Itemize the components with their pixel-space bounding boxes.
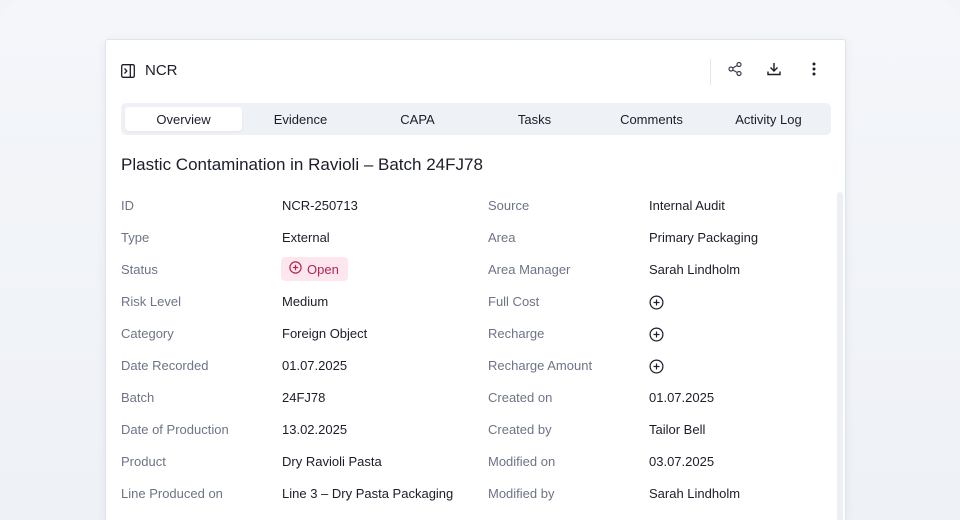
tab-evidence[interactable]: Evidence [242,107,359,131]
tab-tasks[interactable]: Tasks [476,107,593,131]
field-value-date-of-production: 13.02.2025 [282,422,348,437]
field-label-created-on: Created on [488,390,553,405]
field-value-type: External [282,230,330,245]
panel-toggle-icon[interactable] [121,64,135,78]
field-value-modified-by: Sarah Lindholm [649,486,741,501]
field-label-type: Type [121,230,150,245]
field-label-product: Product [121,454,166,469]
download-button[interactable] [763,60,785,82]
field-label-area-manager: Area Manager [488,262,571,277]
header-divider [710,59,711,85]
field-value-area: Primary Packaging [649,230,759,245]
panel-title: NCR [145,62,178,79]
field-value-created-on: 01.07.2025 [649,390,715,405]
field-value-created-by: Tailor Bell [649,422,706,437]
field-value-risk-level: Medium [282,294,329,309]
field-value-date-recorded: 01.07.2025 [282,358,348,373]
field-label-batch: Batch [121,390,155,405]
field-label-modified-on: Modified on [488,454,556,469]
field-label-id: ID [121,198,134,213]
plus-circle-icon [289,261,302,277]
field-value-source: Internal Audit [649,198,725,213]
more-options-button[interactable] [803,60,825,82]
field-label-category: Category [121,326,174,341]
field-value-batch: 24FJ78 [282,390,326,405]
field-label-area: Area [488,230,516,245]
record-title: Plastic Contamination in Ravioli – Batch… [121,155,483,174]
field-value-area-manager: Sarah Lindholm [649,262,741,277]
tab-capa[interactable]: CAPA [359,107,476,131]
field-label-modified-by: Modified by [488,486,555,501]
field-label-line-produced-on: Line Produced on [121,486,223,501]
field-value-line-produced-on: Line 3 – Dry Pasta Packaging [282,486,454,501]
status-badge[interactable]: Open [281,257,348,281]
scrollbar[interactable] [837,192,843,520]
tab-bar: Overview Evidence CAPA Tasks Comments Ac… [121,103,831,135]
add-recharge-button[interactable] [649,327,664,342]
ncr-detail-panel: NCR Overview Evidence CAPA Tasks Comment… [105,39,846,520]
field-value-product: Dry Ravioli Pasta [282,454,382,469]
field-label-created-by: Created by [488,422,552,437]
more-vertical-icon [812,62,816,81]
field-label-recharge: Recharge [488,326,545,341]
plus-circle-icon [649,327,664,342]
download-icon [766,61,782,82]
field-label-date-recorded: Date Recorded [121,358,209,373]
add-recharge-amount-button[interactable] [649,359,664,374]
field-value-category: Foreign Object [282,326,368,341]
tab-overview[interactable]: Overview [125,107,242,131]
tab-activity-log[interactable]: Activity Log [710,107,827,131]
field-label-status: Status [121,262,158,277]
status-badge-label: Open [307,261,339,277]
plus-circle-icon [649,295,664,310]
plus-circle-icon [649,359,664,374]
field-label-full-cost: Full Cost [488,294,540,309]
add-full-cost-button[interactable] [649,295,664,310]
field-label-risk-level: Risk Level [121,294,181,309]
field-label-recharge-amount: Recharge Amount [488,358,593,373]
share-icon [727,61,743,82]
panel-header: NCR [106,40,845,102]
tab-comments[interactable]: Comments [593,107,710,131]
field-label-date-of-production: Date of Production [121,422,229,437]
field-value-id: NCR-250713 [282,198,358,213]
field-label-source: Source [488,198,530,213]
share-button[interactable] [724,60,746,82]
field-value-modified-on: 03.07.2025 [649,454,715,469]
